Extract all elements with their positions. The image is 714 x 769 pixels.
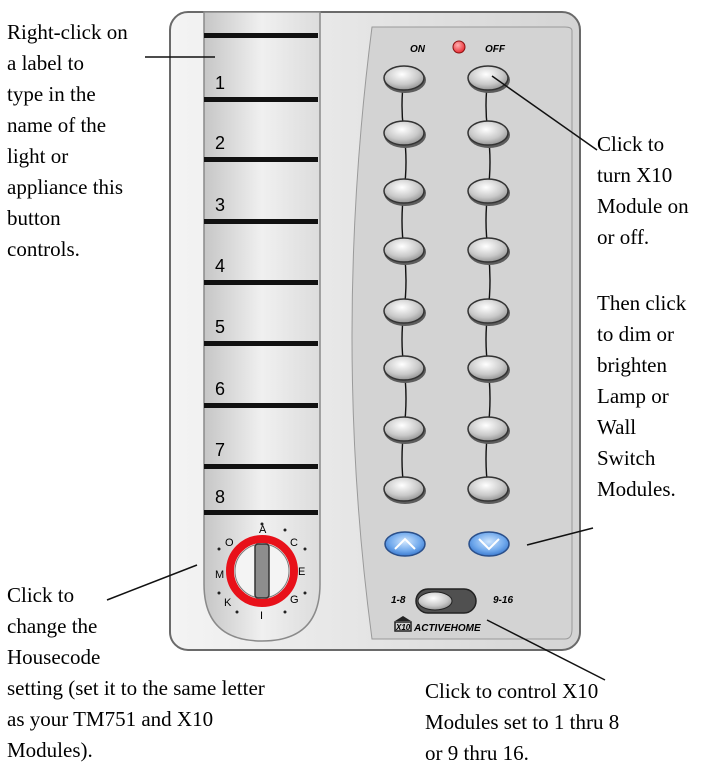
brand-name: ACTIVEHOME <box>413 623 481 634</box>
dial-letter-k: K <box>224 597 232 609</box>
on-button-6[interactable] <box>383 355 426 383</box>
dial-letter-c: C <box>290 537 298 549</box>
off-button-7[interactable] <box>467 416 510 444</box>
button-label-7[interactable]: 7 <box>215 440 225 460</box>
on-button-4[interactable] <box>383 237 426 265</box>
brighten-button[interactable] <box>384 531 426 557</box>
dial-letter-m: M <box>215 569 224 581</box>
dial-letter-o: O <box>225 537 234 549</box>
on-button-8[interactable] <box>383 476 426 504</box>
dim-button[interactable] <box>468 531 510 557</box>
range-high-label: 9-16 <box>493 595 513 606</box>
off-label: OFF <box>485 44 506 55</box>
button-label-8[interactable]: 8 <box>215 487 225 507</box>
label-help-text: Right-click on a label to type in the na… <box>7 20 128 261</box>
button-label-1[interactable]: 1 <box>215 73 225 93</box>
on-label: ON <box>410 44 426 55</box>
off-button-4[interactable] <box>467 237 510 265</box>
range-low-label: 1-8 <box>391 595 406 606</box>
on-button-7[interactable] <box>383 416 426 444</box>
on-button-5[interactable] <box>383 298 426 326</box>
range-switch[interactable] <box>415 588 477 614</box>
brand-logo-text: X10 <box>395 623 411 632</box>
button-label-4[interactable]: 4 <box>215 256 225 276</box>
dim-help-text: Then click to dim or brighten Lamp or Wa… <box>597 291 687 501</box>
button-label-6[interactable]: 6 <box>215 379 225 399</box>
status-led <box>452 40 466 54</box>
off-button-6[interactable] <box>467 355 510 383</box>
off-button-2[interactable] <box>467 120 510 148</box>
off-button-8[interactable] <box>467 476 510 504</box>
x10-remote: 1 2 3 4 5 6 7 8 A C E G I K M O ON OFF 1… <box>169 11 581 651</box>
on-button-2[interactable] <box>383 120 426 148</box>
off-button-3[interactable] <box>467 178 510 206</box>
on-button-3[interactable] <box>383 178 426 206</box>
button-label-5[interactable]: 5 <box>215 317 225 337</box>
dial-letter-i: I <box>260 610 263 622</box>
on-button-1[interactable] <box>383 65 426 93</box>
dial-letter-e: E <box>298 566 305 578</box>
dial-letter-a: A <box>259 524 267 536</box>
button-label-2[interactable]: 2 <box>215 133 225 153</box>
button-label-3[interactable]: 3 <box>215 195 225 215</box>
range-help-text: Click to control X10 Modules set to 1 th… <box>425 679 620 765</box>
onoff-help-text: Click to turn X10 Module on or off. <box>597 132 689 249</box>
dial-letter-g: G <box>290 594 299 606</box>
off-button-5[interactable] <box>467 298 510 326</box>
off-button-1[interactable] <box>467 65 510 93</box>
